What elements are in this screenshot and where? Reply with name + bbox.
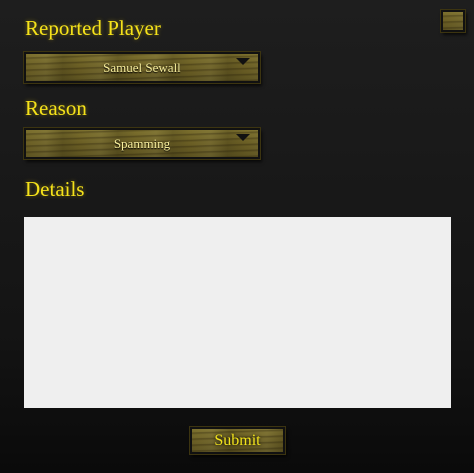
details-label: Details bbox=[25, 177, 85, 201]
submit-label: Submit bbox=[214, 431, 261, 449]
chevron-down-icon bbox=[236, 134, 250, 141]
chevron-down-icon bbox=[236, 58, 250, 65]
reported-player-select[interactable]: Samuel Sewall bbox=[24, 52, 260, 83]
reason-select[interactable]: Spamming bbox=[24, 128, 260, 159]
details-textarea[interactable] bbox=[24, 217, 451, 408]
reason-value: Spamming bbox=[113, 135, 171, 151]
reported-player-label: Reported Player bbox=[25, 16, 161, 40]
reason-label: Reason bbox=[25, 96, 87, 120]
close-button[interactable] bbox=[441, 10, 465, 32]
submit-button[interactable]: Submit bbox=[190, 427, 285, 454]
reported-player-value: Samuel Sewall bbox=[103, 59, 181, 75]
